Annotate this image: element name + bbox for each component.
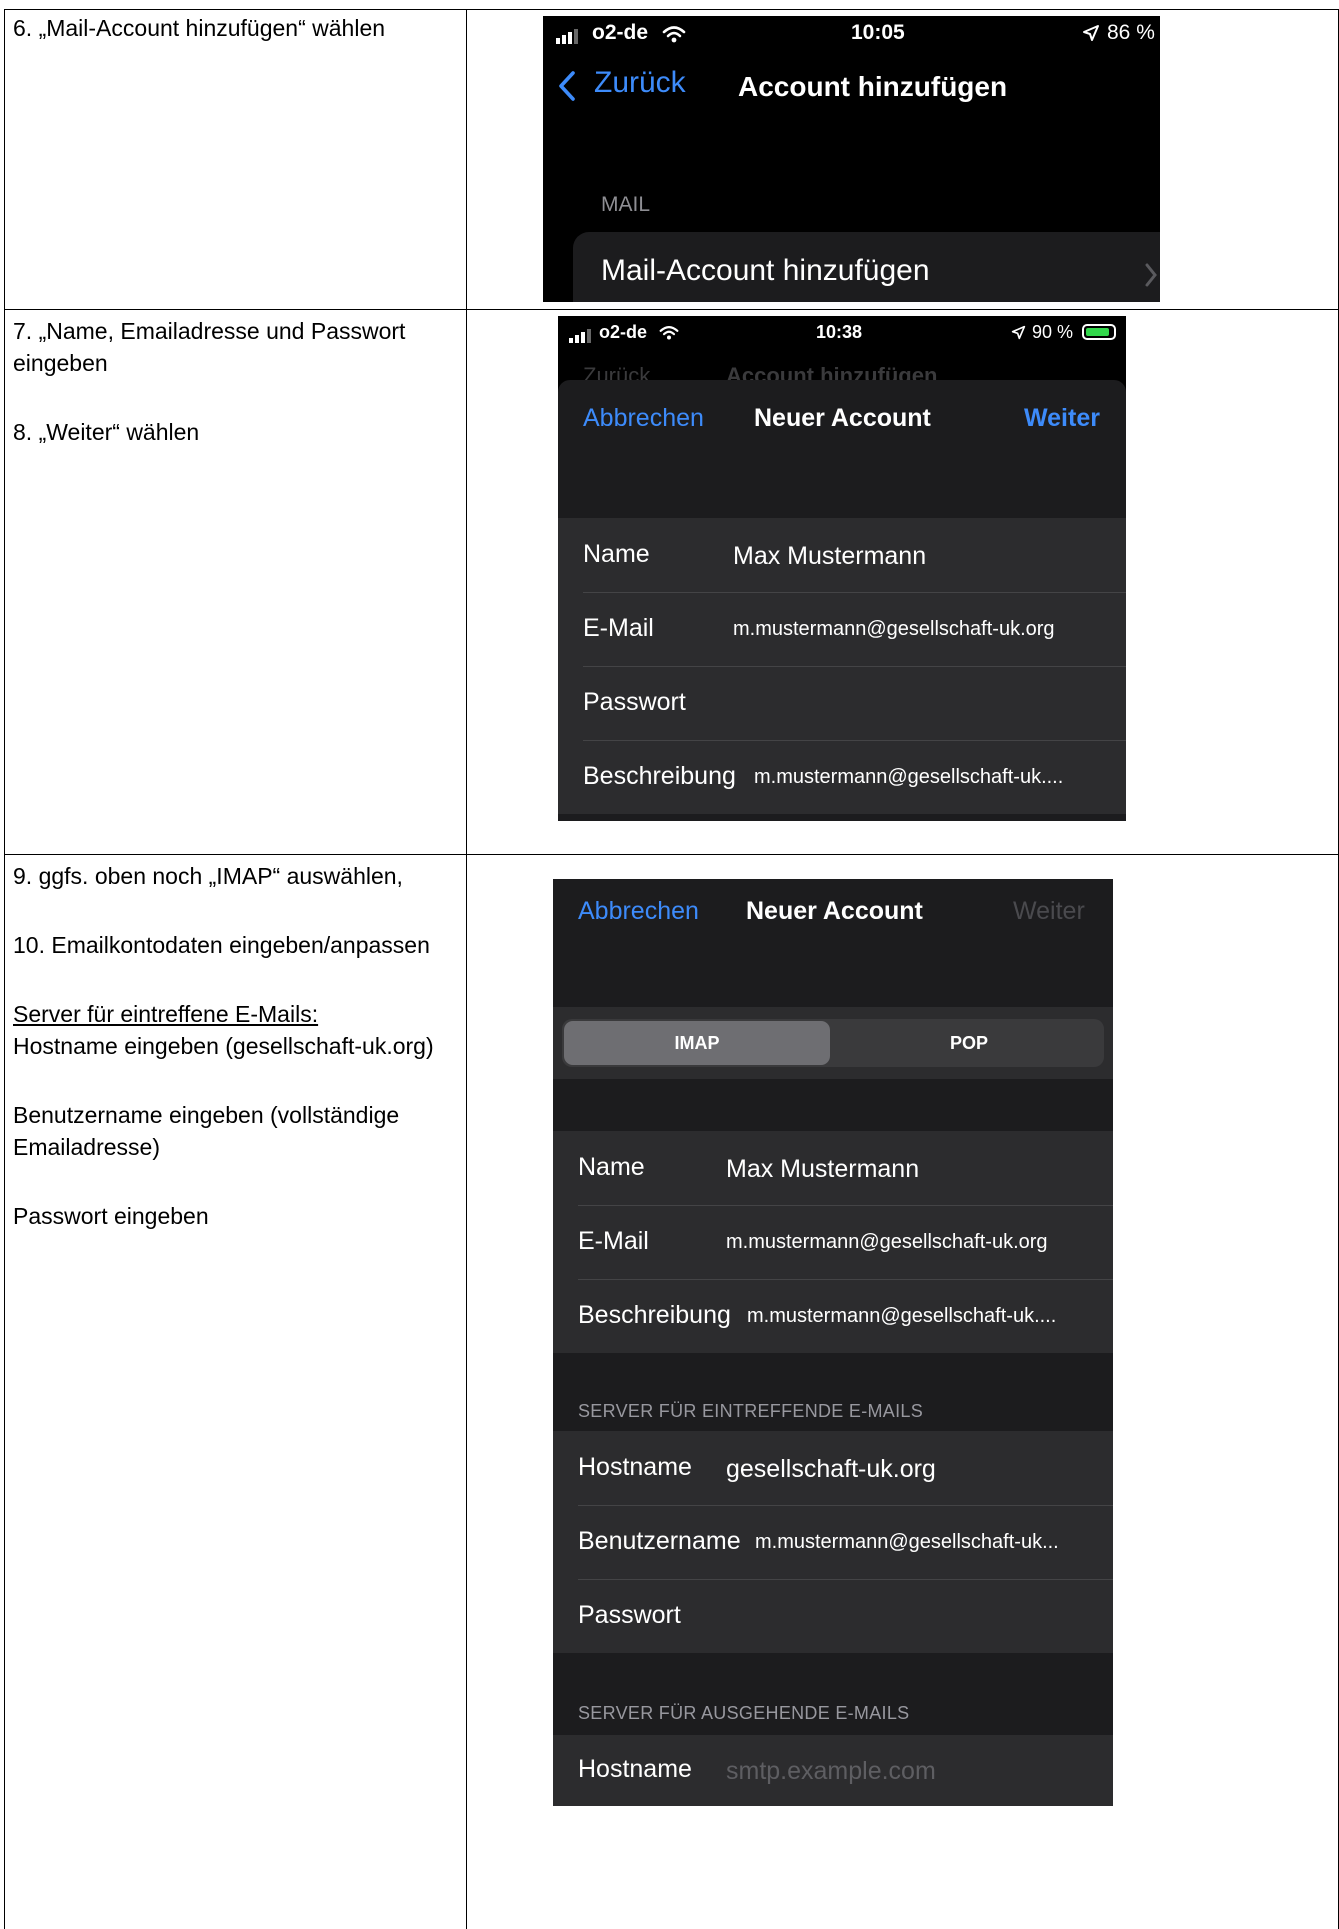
chevron-left-icon [559, 71, 575, 101]
protocol-group: IMAP POP [553, 1007, 1113, 1079]
mail-account-row[interactable]: Mail-Account hinzufügen [573, 232, 1160, 302]
email-field[interactable]: m.mustermann@gesellschaft-uk.org [733, 618, 1055, 641]
incoming-password-field[interactable] [726, 1601, 1086, 1631]
status-bar: o2-de 10:38 90 % [558, 322, 1126, 348]
password-field[interactable] [733, 688, 1093, 718]
password-label: Passwort [583, 688, 686, 716]
incoming-password-label: Passwort [578, 1601, 681, 1629]
wifi-icon [662, 26, 686, 43]
incoming-hostname-label: Hostname [578, 1453, 692, 1481]
sheet-title: Neuer Account [746, 897, 923, 925]
step-6-text: 6. „Mail-Account hinzufügen“ wählen [13, 12, 468, 44]
cancel-button[interactable]: Abbrechen [583, 404, 704, 433]
table-border-top [4, 9, 1339, 10]
signal-icon [569, 329, 591, 343]
step-7-line: 7. „Name, Emailadresse und Passwort [13, 318, 406, 344]
protocol-segmented-control: IMAP POP [562, 1019, 1104, 1067]
nav-title: Account hinzufügen [738, 71, 1008, 102]
incoming-username-label: Benutzername [578, 1527, 741, 1555]
screenshot-imap-settings: Abbrechen Neuer Account Weiter IMAP POP … [553, 879, 1113, 1806]
back-label: Zurück [594, 66, 686, 99]
step-9-10-text: 9. ggfs. oben noch „IMAP“ auswählen, 10.… [13, 860, 468, 1232]
name-field[interactable]: Max Mustermann [733, 542, 926, 571]
step-7-8-text: 7. „Name, Emailadresse und Passwort eing… [13, 315, 468, 448]
location-arrow-icon [1011, 325, 1026, 340]
incoming-server-heading: Server für eintreffene E-Mails: [13, 1001, 319, 1027]
email-label: E-Mail [583, 614, 654, 642]
battery-percent: 86 % [1107, 21, 1155, 44]
incoming-server-group: Hostname gesellschaft-uk.org Benutzernam… [553, 1431, 1113, 1653]
new-account-sheet: Abbrechen Neuer Account Weiter Name Max … [558, 380, 1126, 821]
next-button[interactable]: Weiter [1024, 404, 1100, 433]
incoming-username-field[interactable]: m.mustermann@gesellschaft-uk... [755, 1531, 1059, 1554]
carrier-label: o2-de [592, 21, 649, 44]
description-label: Beschreibung [583, 762, 736, 790]
next-button[interactable]: Weiter [1013, 897, 1085, 926]
clock: 10:05 [851, 21, 905, 44]
email-label: E-Mail [578, 1227, 649, 1255]
description-label: Beschreibung [578, 1301, 731, 1329]
account-fields-group: Name Max Mustermann E-Mail m.mustermann@… [553, 1131, 1113, 1353]
battery-percent: 90 % [1032, 322, 1074, 342]
step-8-line: 8. „Weiter“ wählen [13, 419, 200, 445]
wifi-icon [659, 326, 679, 340]
outgoing-hostname-label: Hostname [578, 1755, 692, 1783]
username-instruction-cont: Emailadresse) [13, 1134, 160, 1160]
screenshot-add-account: o2-de 10:05 86 % Zurück Account hinzufüg… [543, 16, 1160, 302]
clock: 10:38 [816, 322, 863, 342]
row-divider [4, 854, 1339, 855]
step-9-line: 9. ggfs. oben noch „IMAP“ auswählen, [13, 863, 403, 889]
screenshot-new-account: o2-de 10:38 90 % Zurück Account hinzufüg… [558, 316, 1126, 821]
name-field[interactable]: Max Mustermann [726, 1155, 919, 1184]
step-10-line: 10. Emailkontodaten eingeben/anpassen [13, 932, 430, 958]
step-7-line-cont: eingeben [13, 350, 108, 376]
password-instruction: Passwort eingeben [13, 1203, 209, 1229]
chevron-right-icon [1145, 263, 1157, 287]
outgoing-server-section-title: SERVER FÜR AUSGEHENDE E-MAILS [578, 1703, 910, 1723]
status-bar: o2-de 10:05 86 % [543, 21, 1160, 51]
segment-pop[interactable]: POP [836, 1021, 1102, 1065]
location-arrow-icon [1083, 25, 1099, 41]
username-instruction: Benutzername eingeben (vollständige [13, 1102, 400, 1128]
battery-icon [1082, 324, 1116, 340]
incoming-hostname-field[interactable]: gesellschaft-uk.org [726, 1455, 936, 1484]
account-fields-group: Name Max Mustermann E-Mail m.mustermann@… [558, 518, 1126, 814]
signal-icon [556, 29, 578, 44]
name-label: Name [578, 1153, 645, 1181]
table-border-left [4, 9, 5, 1929]
hostname-instruction: Hostname eingeben (gesellschaft-uk.org) [13, 1033, 434, 1059]
carrier-label: o2-de [599, 322, 648, 342]
outgoing-hostname-field[interactable]: smtp.example.com [726, 1757, 936, 1786]
email-field[interactable]: m.mustermann@gesellschaft-uk.org [726, 1231, 1048, 1254]
name-label: Name [583, 540, 650, 568]
incoming-server-section-title: SERVER FÜR EINTREFFENDE E-MAILS [578, 1401, 924, 1421]
row-divider [4, 309, 1339, 310]
segment-imap[interactable]: IMAP [564, 1021, 830, 1065]
sheet-title: Neuer Account [754, 404, 931, 432]
section-header-mail: MAIL [601, 193, 651, 216]
outgoing-server-group: Hostname smtp.example.com [553, 1735, 1113, 1806]
description-field[interactable]: m.mustermann@gesellschaft-uk.... [747, 1305, 1056, 1328]
step-6-line: 6. „Mail-Account hinzufügen“ wählen [13, 15, 386, 41]
mail-account-label: Mail-Account hinzufügen [601, 254, 930, 287]
cancel-button[interactable]: Abbrechen [578, 897, 699, 926]
description-field[interactable]: m.mustermann@gesellschaft-uk.... [754, 766, 1063, 789]
